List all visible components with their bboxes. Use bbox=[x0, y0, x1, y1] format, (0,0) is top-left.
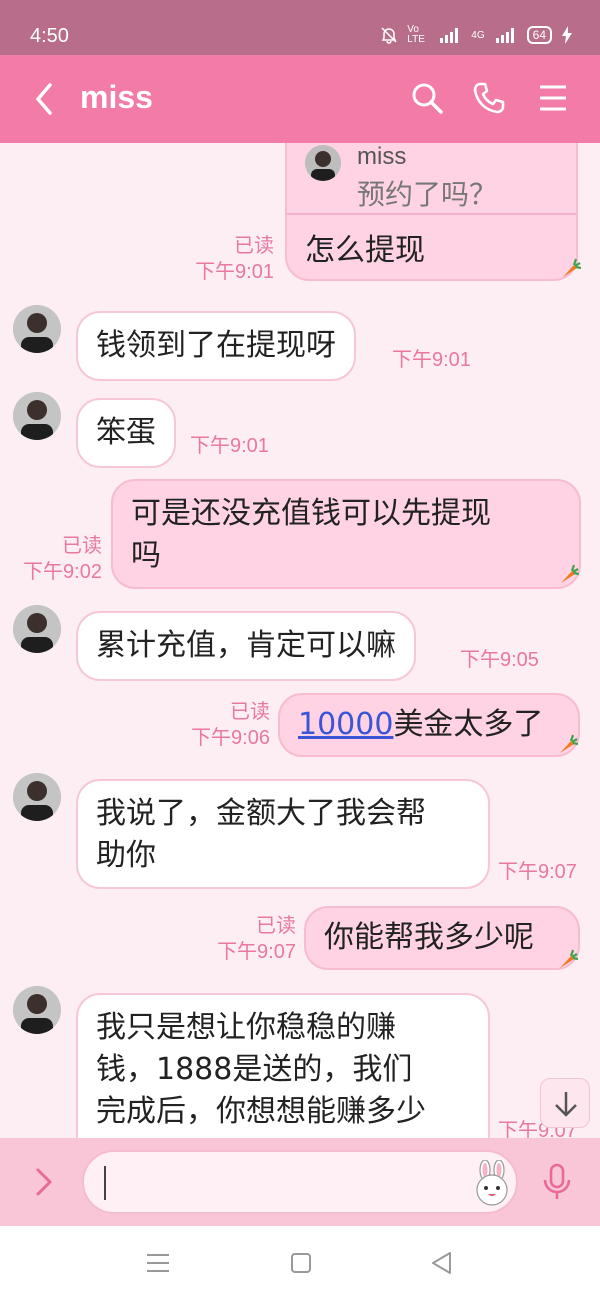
incoming-message[interactable]: 我说了，金额大了我会帮 助你 bbox=[76, 779, 490, 889]
back-icon[interactable] bbox=[30, 81, 60, 117]
message-time: 下午9:07 bbox=[498, 861, 577, 883]
quoted-sender: miss bbox=[357, 143, 407, 170]
chevron-right-icon[interactable] bbox=[30, 1164, 58, 1200]
quoted-message[interactable]: miss 预约了吗？ bbox=[287, 143, 576, 215]
avatar[interactable] bbox=[13, 392, 61, 440]
message-time: 下午9:06 bbox=[191, 727, 270, 749]
quoted-avatar bbox=[305, 145, 341, 181]
incoming-message[interactable]: 我只是想让你稳稳的赚 钱，1888是送的，我们 完成后，你想想能赚多少 bbox=[76, 993, 490, 1138]
message-meta: 已读 下午9:06 bbox=[191, 699, 270, 751]
charging-icon bbox=[562, 26, 572, 44]
message-meta: 已读 下午9:02 bbox=[23, 533, 102, 585]
network-label: 4G bbox=[471, 29, 485, 41]
signal-icon bbox=[440, 28, 459, 43]
outgoing-message[interactable]: 你能帮我多少呢 bbox=[304, 906, 580, 970]
number-link[interactable]: 10000 bbox=[298, 707, 393, 742]
read-status: 已读 bbox=[234, 235, 274, 257]
back-nav-icon[interactable] bbox=[428, 1250, 456, 1276]
status-time: 4:50 bbox=[30, 25, 69, 47]
phone-icon[interactable] bbox=[472, 81, 506, 115]
carrot-icon bbox=[563, 258, 581, 277]
chat-area[interactable]: miss 预约了吗？ 怎么提现 已读 下午9:01 钱领到了在提现呀 下午9:0… bbox=[0, 143, 600, 1138]
message-time: 下午9:02 bbox=[23, 561, 102, 583]
search-icon[interactable] bbox=[410, 81, 444, 115]
chat-title: miss bbox=[80, 79, 153, 115]
message-time: 下午9:01 bbox=[392, 349, 471, 371]
signal-icon-2 bbox=[495, 28, 514, 43]
carrot-icon bbox=[561, 564, 579, 583]
home-icon[interactable] bbox=[287, 1250, 315, 1276]
mute-bell-icon bbox=[381, 27, 397, 44]
menu-icon[interactable] bbox=[536, 81, 570, 115]
reply-text: 怎么提现 bbox=[305, 233, 425, 268]
system-nav-bar bbox=[0, 1226, 600, 1300]
input-bar bbox=[0, 1138, 600, 1226]
quoted-reply-bubble[interactable]: miss 预约了吗？ 怎么提现 bbox=[285, 143, 581, 281]
outgoing-message[interactable]: 10000美金太多了 bbox=[278, 693, 580, 757]
incoming-message[interactable]: 钱领到了在提现呀 bbox=[76, 311, 356, 381]
read-status: 已读 bbox=[256, 915, 296, 937]
message-time: 下午9:01 bbox=[190, 435, 269, 457]
chat-header: miss bbox=[0, 55, 600, 143]
volte-label: Vo LTE bbox=[407, 24, 425, 45]
message-time: 下午9:07 bbox=[217, 941, 296, 963]
status-icons: Vo LTE 4G 64 bbox=[381, 25, 572, 45]
status-bar: 4:50 Vo LTE 4G 64 bbox=[0, 0, 600, 55]
avatar[interactable] bbox=[13, 305, 61, 353]
avatar[interactable] bbox=[13, 986, 61, 1034]
scroll-to-bottom-button[interactable] bbox=[540, 1078, 590, 1128]
message-meta: 已读 下午9:07 bbox=[217, 913, 296, 965]
message-time: 下午9:01 bbox=[195, 261, 274, 283]
sticker-icon[interactable] bbox=[470, 1160, 514, 1206]
text-cursor bbox=[104, 1166, 106, 1200]
avatar[interactable] bbox=[13, 605, 61, 653]
carrot-icon bbox=[560, 949, 578, 968]
carrot-icon bbox=[560, 734, 578, 753]
microphone-icon[interactable] bbox=[540, 1162, 574, 1202]
recent-apps-icon[interactable] bbox=[144, 1250, 172, 1276]
avatar[interactable] bbox=[13, 773, 61, 821]
incoming-message[interactable]: 累计充值，肯定可以嘛 bbox=[76, 611, 416, 681]
quoted-text: 预约了吗？ bbox=[357, 178, 498, 211]
arrow-down-icon bbox=[555, 1092, 577, 1117]
message-meta: 已读 下午9:01 bbox=[195, 233, 274, 285]
message-time: 下午9:05 bbox=[460, 649, 539, 671]
read-status: 已读 bbox=[230, 701, 270, 723]
outgoing-message[interactable]: 可是还没充值钱可以先提现 吗 bbox=[111, 479, 581, 589]
read-status: 已读 bbox=[62, 535, 102, 557]
incoming-message[interactable]: 笨蛋 bbox=[76, 398, 176, 468]
battery-icon: 64 bbox=[526, 26, 552, 44]
message-input[interactable] bbox=[82, 1150, 518, 1214]
